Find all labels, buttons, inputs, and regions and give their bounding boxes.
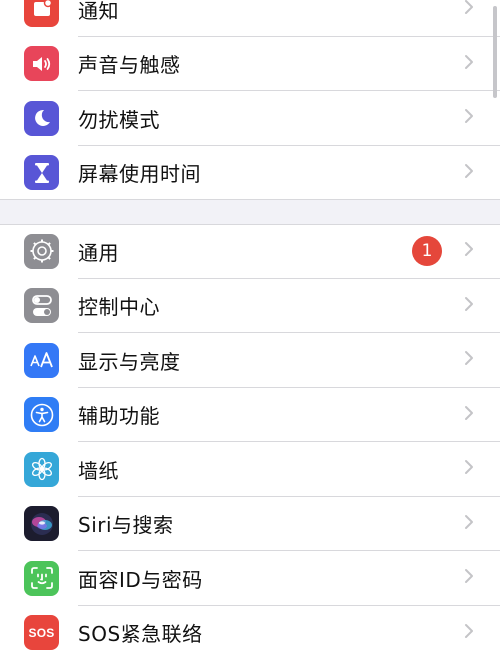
- scroll-indicator[interactable]: [493, 6, 497, 98]
- chevron-right-icon: [464, 514, 474, 534]
- gear-icon: [24, 234, 59, 269]
- settings-row-accessibility[interactable]: 辅助功能: [0, 388, 500, 443]
- settings-row-label: 勿扰模式: [78, 104, 160, 133]
- settings-group-main: 通用 1 控制中心 显示与亮度: [0, 224, 500, 660]
- settings-row-sos[interactable]: SOS SOS紧急联络: [0, 606, 500, 660]
- group-divider: [0, 199, 500, 200]
- chevron-right-icon: [464, 54, 474, 74]
- settings-group-top: 通知 声音与触感 勿扰模式 屏幕使用时间: [0, 0, 500, 200]
- flower-icon: [24, 452, 59, 487]
- chevron-right-icon: [464, 163, 474, 183]
- speaker-icon: [24, 46, 59, 81]
- accessibility-icon: [24, 397, 59, 432]
- settings-row-label: 辅助功能: [78, 400, 160, 429]
- settings-row-general[interactable]: 通用 1: [0, 224, 500, 279]
- settings-row-label: Siri与搜索: [78, 509, 174, 538]
- siri-icon: [24, 506, 59, 541]
- settings-row-screen-time[interactable]: 屏幕使用时间: [0, 146, 500, 201]
- chevron-right-icon: [464, 296, 474, 316]
- settings-row-siri[interactable]: Siri与搜索: [0, 497, 500, 552]
- settings-row-dnd[interactable]: 勿扰模式: [0, 91, 500, 146]
- settings-row-sounds[interactable]: 声音与触感: [0, 37, 500, 92]
- settings-row-label: 声音与触感: [78, 49, 181, 78]
- chevron-right-icon: [464, 0, 474, 19]
- text-size-icon: [24, 343, 59, 378]
- chevron-right-icon: [464, 350, 474, 370]
- chevron-right-icon: [464, 568, 474, 588]
- settings-row-label: 墙纸: [78, 455, 119, 484]
- toggles-icon: [24, 288, 59, 323]
- settings-row-label: SOS紧急联络: [78, 618, 203, 647]
- settings-row-label: 面容ID与密码: [78, 564, 203, 593]
- settings-row-faceid[interactable]: 面容ID与密码: [0, 551, 500, 606]
- chevron-right-icon: [464, 459, 474, 479]
- settings-row-label: 通知: [78, 0, 119, 24]
- settings-row-label: 显示与亮度: [78, 346, 181, 375]
- settings-row-label: 通用: [78, 237, 119, 266]
- chevron-right-icon: [464, 623, 474, 643]
- settings-row-notifications[interactable]: 通知: [0, 0, 500, 37]
- settings-row-wallpaper[interactable]: 墙纸: [0, 442, 500, 497]
- sos-icon: SOS: [24, 615, 59, 650]
- chevron-right-icon: [464, 108, 474, 128]
- face-id-icon: [24, 561, 59, 596]
- chevron-right-icon: [464, 241, 474, 261]
- settings-row-label: 屏幕使用时间: [78, 158, 201, 187]
- hourglass-icon: [24, 155, 59, 190]
- settings-row-display[interactable]: 显示与亮度: [0, 333, 500, 388]
- moon-icon: [24, 101, 59, 136]
- notifications-icon: [24, 0, 59, 27]
- sos-icon-text: SOS: [29, 626, 55, 640]
- chevron-right-icon: [464, 405, 474, 425]
- settings-row-control-center[interactable]: 控制中心: [0, 279, 500, 334]
- notification-badge: 1: [412, 236, 442, 266]
- settings-row-label: 控制中心: [78, 291, 160, 320]
